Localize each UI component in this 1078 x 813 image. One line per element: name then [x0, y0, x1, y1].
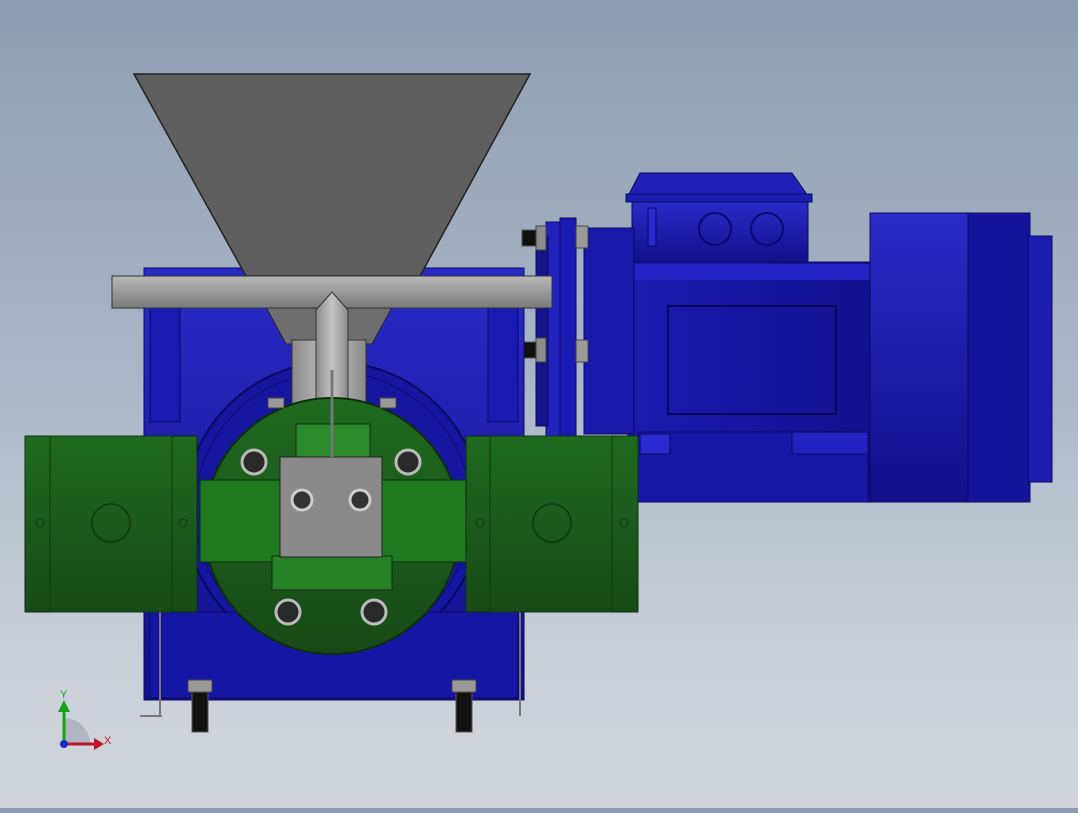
flange-bolt: [521, 225, 547, 251]
foot-bolt: [451, 679, 477, 733]
terminal-box-cap: [627, 172, 809, 197]
terminal-box-rim: [625, 193, 813, 203]
axis-triad[interactable]: Y X: [58, 689, 112, 750]
y-axis-label: Y: [60, 689, 68, 701]
pump-head-right[interactable]: [465, 435, 639, 613]
z-axis-dot: [60, 740, 68, 748]
flange-bolt: [521, 337, 547, 363]
block-bolt: [348, 488, 372, 512]
block-bolt: [290, 488, 314, 512]
pump-head-left[interactable]: [24, 435, 198, 613]
model-view[interactable]: Y X: [0, 0, 1078, 808]
x-axis-label: X: [104, 735, 112, 747]
foot-bolt: [187, 679, 213, 733]
cad-viewport[interactable]: Y X: [0, 0, 1078, 808]
fan-end-cap: [1027, 235, 1053, 483]
fan-cover: [967, 212, 1031, 503]
